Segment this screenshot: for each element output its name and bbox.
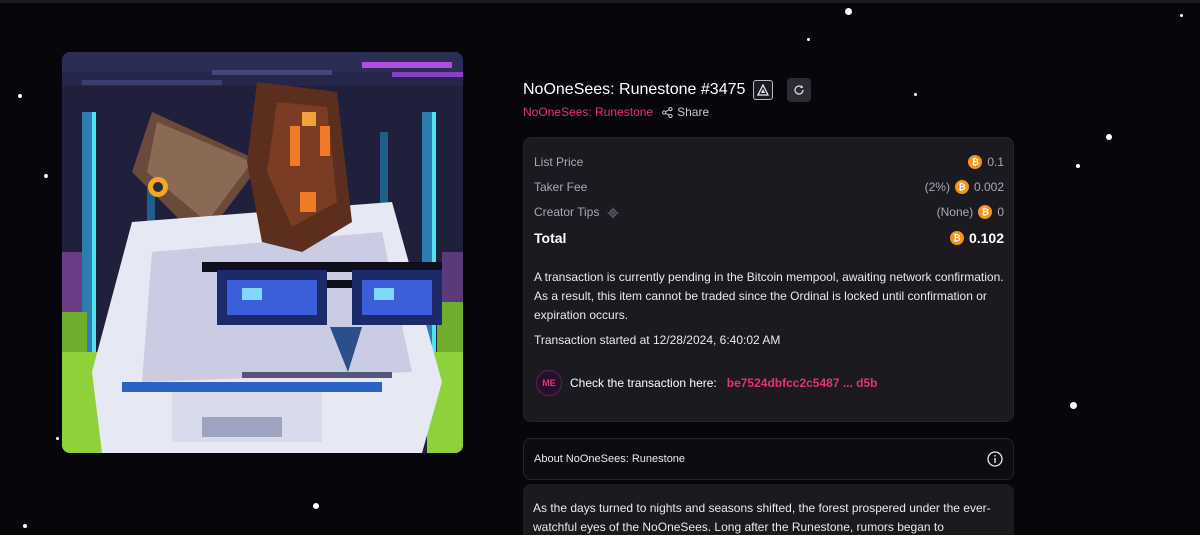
total-label: Total — [534, 230, 567, 246]
refresh-icon — [794, 85, 805, 95]
nft-image[interactable] — [62, 52, 463, 453]
star — [23, 524, 27, 528]
list-price-value: 0.1 — [987, 155, 1004, 169]
total-row: Total ₿ 0.102 — [534, 229, 1004, 247]
rare-sat-icon[interactable] — [753, 80, 774, 100]
star — [44, 174, 48, 178]
star — [1076, 164, 1080, 168]
price-card: List Price ₿ 0.1 Taker Fee (2%) ₿ 0.002 … — [523, 137, 1014, 422]
info-icon[interactable] — [987, 451, 1003, 467]
collection-link[interactable]: NoOneSees: Runestone — [523, 105, 653, 119]
check-transaction-label: Check the transaction here: — [570, 376, 717, 390]
star — [1106, 134, 1112, 140]
list-price-row: List Price ₿ 0.1 — [534, 153, 1004, 171]
share-button[interactable]: Share — [662, 105, 709, 119]
item-title: NoOneSees: Runestone #3475 — [523, 81, 746, 98]
star — [18, 94, 22, 98]
refresh-button[interactable] — [787, 78, 812, 102]
collection-description: As the days turned to nights and seasons… — [533, 501, 991, 534]
star — [56, 437, 59, 440]
pixel-art-owl-icon — [62, 52, 463, 453]
top-divider — [0, 0, 1200, 3]
pending-notice: A transaction is currently pending in th… — [534, 270, 1004, 322]
star — [1180, 14, 1183, 17]
share-icon — [662, 106, 673, 118]
transaction-row: ME Check the transaction here: be7524dbf… — [536, 370, 878, 396]
transaction-hash-link[interactable]: be7524dbfcc2c5487 ... d5b — [727, 376, 878, 390]
taker-fee-label: Taker Fee — [534, 180, 588, 194]
gear-icon[interactable] — [607, 207, 619, 219]
creator-tips-row: Creator Tips (None) ₿ 0 — [534, 203, 1004, 221]
total-value: 0.102 — [968, 230, 1004, 246]
bitcoin-icon: ₿ — [954, 180, 969, 194]
magic-eden-logo-icon: ME — [536, 370, 562, 396]
taker-fee-row: Taker Fee (2%) ₿ 0.002 — [534, 178, 1004, 196]
about-title: About NoOneSees: Runestone — [534, 453, 686, 465]
description-card: As the days turned to nights and seasons… — [523, 484, 1014, 535]
bitcoin-icon: ₿ — [978, 205, 993, 219]
star — [313, 503, 319, 509]
star — [845, 8, 852, 15]
bitcoin-icon: ₿ — [968, 155, 983, 169]
list-price-label: List Price — [534, 155, 584, 169]
taker-fee-value: 0.002 — [973, 180, 1004, 194]
subtitle-row: NoOneSees: Runestone Share — [523, 104, 709, 120]
page: NoOneSees: Runestone #3475 NoOneSees: Ru… — [0, 0, 1200, 535]
star — [914, 93, 917, 96]
bitcoin-icon: ₿ — [949, 231, 964, 245]
about-accordion[interactable]: About NoOneSees: Runestone — [523, 438, 1014, 480]
creator-tips-label: Creator Tips — [534, 205, 600, 219]
title-row: NoOneSees: Runestone #3475 — [523, 78, 812, 102]
transaction-started: Transaction started at 12/28/2024, 6:40:… — [534, 333, 781, 347]
star — [807, 38, 810, 41]
creator-tips-value: 0 — [997, 205, 1004, 219]
share-label: Share — [677, 105, 710, 119]
taker-fee-pct: (2%) — [924, 180, 950, 194]
creator-tips-note: (None) — [936, 205, 974, 219]
star — [1070, 402, 1077, 409]
